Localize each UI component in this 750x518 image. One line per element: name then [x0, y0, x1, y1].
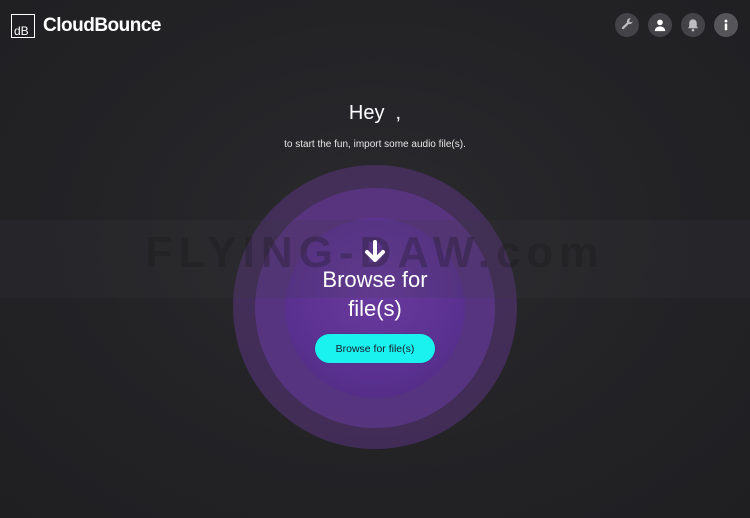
settings-button[interactable] — [615, 13, 639, 37]
account-button[interactable] — [648, 13, 672, 37]
db-logo-icon: dB — [11, 14, 35, 38]
info-icon — [724, 19, 728, 31]
info-button[interactable] — [714, 13, 738, 37]
user-icon — [654, 19, 666, 32]
dropzone-title-line1: Browse for — [322, 267, 428, 292]
wrench-icon — [621, 18, 633, 30]
logo-mark-text: dB — [14, 24, 29, 38]
dropzone-title: Browse for file(s) — [0, 265, 750, 323]
browse-files-button[interactable]: Browse for file(s) — [315, 334, 435, 363]
greeting-heading: Hey , — [348, 102, 402, 124]
download-arrow-icon — [365, 240, 385, 262]
brand-logo[interactable]: dB CloudBounce — [11, 14, 162, 38]
notifications-button[interactable] — [681, 13, 705, 37]
greeting-subtitle: to start the fun, import some audio file… — [284, 139, 466, 150]
brand-name: CloudBounce — [43, 15, 162, 36]
app-window: dB CloudBounce Hey , to start the fun, i… — [0, 0, 750, 518]
bell-icon — [687, 19, 699, 32]
dropzone-title-line2: file(s) — [348, 296, 402, 321]
header: dB CloudBounce — [0, 0, 750, 56]
header-actions — [615, 13, 738, 37]
